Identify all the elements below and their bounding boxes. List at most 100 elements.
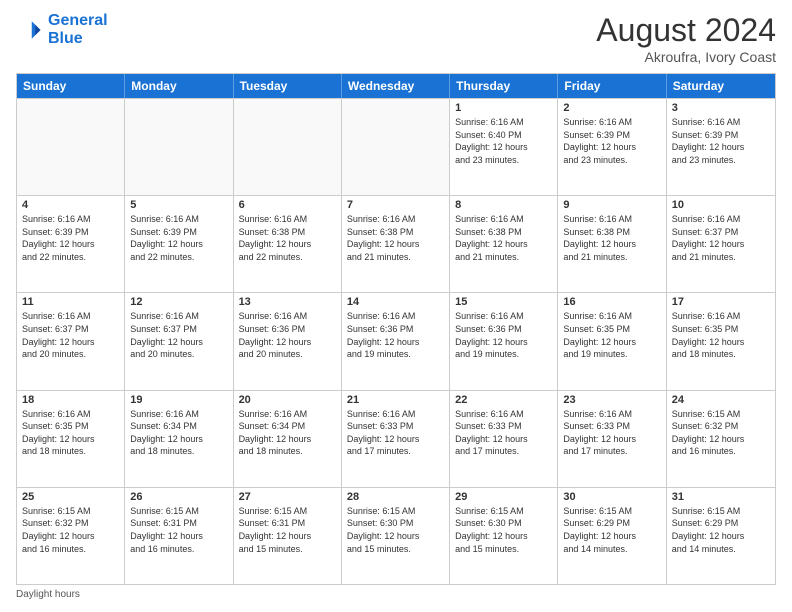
cell-detail: Sunrise: 6:16 AMSunset: 6:40 PMDaylight:… — [455, 116, 552, 166]
calendar-cell: 27 Sunrise: 6:15 AMSunset: 6:31 PMDayligh… — [234, 488, 342, 584]
logo-icon — [16, 16, 44, 44]
day-number: 21 — [347, 394, 444, 406]
calendar-cell: 12 Sunrise: 6:16 AMSunset: 6:37 PMDayligh… — [125, 293, 233, 389]
calendar-cell: 6 Sunrise: 6:16 AMSunset: 6:38 PMDaylight… — [234, 196, 342, 292]
cell-detail: Sunrise: 6:16 AMSunset: 6:35 PMDaylight:… — [672, 310, 770, 360]
day-number: 10 — [672, 199, 770, 211]
cell-detail: Sunrise: 6:16 AMSunset: 6:34 PMDaylight:… — [130, 408, 227, 458]
cell-detail: Sunrise: 6:15 AMSunset: 6:29 PMDaylight:… — [563, 505, 660, 555]
cal-header-day: Monday — [125, 74, 233, 98]
day-number: 7 — [347, 199, 444, 211]
calendar-cell: 1 Sunrise: 6:16 AMSunset: 6:40 PMDaylight… — [450, 99, 558, 195]
cell-detail: Sunrise: 6:16 AMSunset: 6:37 PMDaylight:… — [130, 310, 227, 360]
calendar-cell — [125, 99, 233, 195]
calendar-row: 1 Sunrise: 6:16 AMSunset: 6:40 PMDaylight… — [17, 98, 775, 195]
calendar-cell: 23Sunrise: 6:16 AMSunset: 6:33 PMDayligh… — [558, 391, 666, 487]
day-number: 26 — [130, 491, 227, 503]
cell-detail: Sunrise: 6:16 AMSunset: 6:39 PMDaylight:… — [22, 213, 119, 263]
calendar-cell: 7Sunrise: 6:16 AMSunset: 6:38 PMDaylight… — [342, 196, 450, 292]
cell-detail: Sunrise: 6:16 AMSunset: 6:38 PMDaylight:… — [239, 213, 336, 263]
subtitle: Akroufra, Ivory Coast — [596, 49, 776, 65]
cell-detail: Sunrise: 6:16 AMSunset: 6:35 PMDaylight:… — [22, 408, 119, 458]
logo: General Blue — [16, 12, 108, 47]
calendar-cell: 3 Sunrise: 6:16 AMSunset: 6:39 PMDaylight… — [667, 99, 775, 195]
day-number: 9 — [563, 199, 660, 211]
day-number: 20 — [239, 394, 336, 406]
day-number: 18 — [22, 394, 119, 406]
calendar-cell: 18 Sunrise: 6:16 AMSunset: 6:35 PMDayligh… — [17, 391, 125, 487]
calendar-header: SundayMondayTuesdayWednesdayThursdayFrid… — [17, 74, 775, 98]
day-number: 17 — [672, 296, 770, 308]
cal-header-day: Sunday — [17, 74, 125, 98]
logo-line2: Blue — [48, 30, 83, 47]
title-block: August 2024 Akroufra, Ivory Coast — [596, 12, 776, 65]
cell-detail: Sunrise: 6:15 AMSunset: 6:31 PMDaylight:… — [130, 505, 227, 555]
calendar-cell: 25 Sunrise: 6:15 AMSunset: 6:32 PMDayligh… — [17, 488, 125, 584]
cell-detail: Sunrise: 6:15 AMSunset: 6:32 PMDaylight:… — [672, 408, 770, 458]
calendar-cell — [17, 99, 125, 195]
cell-detail: Sunrise: 6:16 AMSunset: 6:38 PMDaylight:… — [563, 213, 660, 263]
day-number: 25 — [22, 491, 119, 503]
cell-detail: Sunrise: 6:16 AMSunset: 6:33 PMDaylight:… — [563, 408, 660, 458]
day-number: 22 — [455, 394, 552, 406]
calendar-row: 11 Sunrise: 6:16 AMSunset: 6:37 PMDayligh… — [17, 292, 775, 389]
day-number: 12 — [130, 296, 227, 308]
calendar: SundayMondayTuesdayWednesdayThursdayFrid… — [16, 73, 776, 585]
day-number: 15 — [455, 296, 552, 308]
calendar-row: 25 Sunrise: 6:15 AMSunset: 6:32 PMDayligh… — [17, 487, 775, 584]
footer-note: Daylight hours — [16, 589, 776, 600]
cell-detail: Sunrise: 6:15 AMSunset: 6:30 PMDaylight:… — [455, 505, 552, 555]
calendar-cell: 9 Sunrise: 6:16 AMSunset: 6:38 PMDaylight… — [558, 196, 666, 292]
cell-detail: Sunrise: 6:15 AMSunset: 6:32 PMDaylight:… — [22, 505, 119, 555]
day-number: 11 — [22, 296, 119, 308]
calendar-cell — [234, 99, 342, 195]
cell-detail: Sunrise: 6:16 AMSunset: 6:39 PMDaylight:… — [130, 213, 227, 263]
calendar-cell: 4Sunrise: 6:16 AMSunset: 6:39 PMDaylight… — [17, 196, 125, 292]
day-number: 2 — [563, 102, 660, 114]
calendar-cell: 10 Sunrise: 6:16 AMSunset: 6:37 PMDayligh… — [667, 196, 775, 292]
calendar-cell: 14 Sunrise: 6:16 AMSunset: 6:36 PMDayligh… — [342, 293, 450, 389]
cell-detail: Sunrise: 6:16 AMSunset: 6:39 PMDaylight:… — [672, 116, 770, 166]
cal-header-day: Friday — [558, 74, 666, 98]
header: General Blue August 2024 Akroufra, Ivory… — [16, 12, 776, 65]
cell-detail: Sunrise: 6:16 AMSunset: 6:35 PMDaylight:… — [563, 310, 660, 360]
day-number: 8 — [455, 199, 552, 211]
cell-detail: Sunrise: 6:16 AMSunset: 6:33 PMDaylight:… — [347, 408, 444, 458]
calendar-cell: 11 Sunrise: 6:16 AMSunset: 6:37 PMDayligh… — [17, 293, 125, 389]
calendar-cell: 28 Sunrise: 6:15 AMSunset: 6:30 PMDayligh… — [342, 488, 450, 584]
calendar-cell: 30Sunrise: 6:15 AMSunset: 6:29 PMDayligh… — [558, 488, 666, 584]
cell-detail: Sunrise: 6:15 AMSunset: 6:29 PMDaylight:… — [672, 505, 770, 555]
calendar-cell: 13Sunrise: 6:16 AMSunset: 6:36 PMDayligh… — [234, 293, 342, 389]
day-number: 29 — [455, 491, 552, 503]
cell-detail: Sunrise: 6:16 AMSunset: 6:37 PMDaylight:… — [22, 310, 119, 360]
day-number: 3 — [672, 102, 770, 114]
calendar-cell: 21 Sunrise: 6:16 AMSunset: 6:33 PMDayligh… — [342, 391, 450, 487]
cell-detail: Sunrise: 6:15 AMSunset: 6:31 PMDaylight:… — [239, 505, 336, 555]
day-number: 31 — [672, 491, 770, 503]
page: General Blue August 2024 Akroufra, Ivory… — [0, 0, 792, 612]
cell-detail: Sunrise: 6:16 AMSunset: 6:38 PMDaylight:… — [455, 213, 552, 263]
day-number: 19 — [130, 394, 227, 406]
cell-detail: Sunrise: 6:16 AMSunset: 6:36 PMDaylight:… — [455, 310, 552, 360]
logo-line1: General — [48, 12, 108, 29]
cell-detail: Sunrise: 6:16 AMSunset: 6:37 PMDaylight:… — [672, 213, 770, 263]
calendar-cell: 24 Sunrise: 6:15 AMSunset: 6:32 PMDayligh… — [667, 391, 775, 487]
day-number: 1 — [455, 102, 552, 114]
calendar-cell: 17 Sunrise: 6:16 AMSunset: 6:35 PMDayligh… — [667, 293, 775, 389]
calendar-cell: 20Sunrise: 6:16 AMSunset: 6:34 PMDayligh… — [234, 391, 342, 487]
day-number: 14 — [347, 296, 444, 308]
day-number: 5 — [130, 199, 227, 211]
cal-header-day: Wednesday — [342, 74, 450, 98]
calendar-cell: 26 Sunrise: 6:15 AMSunset: 6:31 PMDayligh… — [125, 488, 233, 584]
cell-detail: Sunrise: 6:16 AMSunset: 6:36 PMDaylight:… — [347, 310, 444, 360]
logo-text: General Blue — [48, 12, 108, 47]
day-number: 27 — [239, 491, 336, 503]
day-number: 28 — [347, 491, 444, 503]
cell-detail: Sunrise: 6:16 AMSunset: 6:39 PMDaylight:… — [563, 116, 660, 166]
calendar-row: 18 Sunrise: 6:16 AMSunset: 6:35 PMDayligh… — [17, 390, 775, 487]
cal-header-day: Tuesday — [234, 74, 342, 98]
cell-detail: Sunrise: 6:15 AMSunset: 6:30 PMDaylight:… — [347, 505, 444, 555]
day-number: 6 — [239, 199, 336, 211]
day-number: 24 — [672, 394, 770, 406]
calendar-cell — [342, 99, 450, 195]
